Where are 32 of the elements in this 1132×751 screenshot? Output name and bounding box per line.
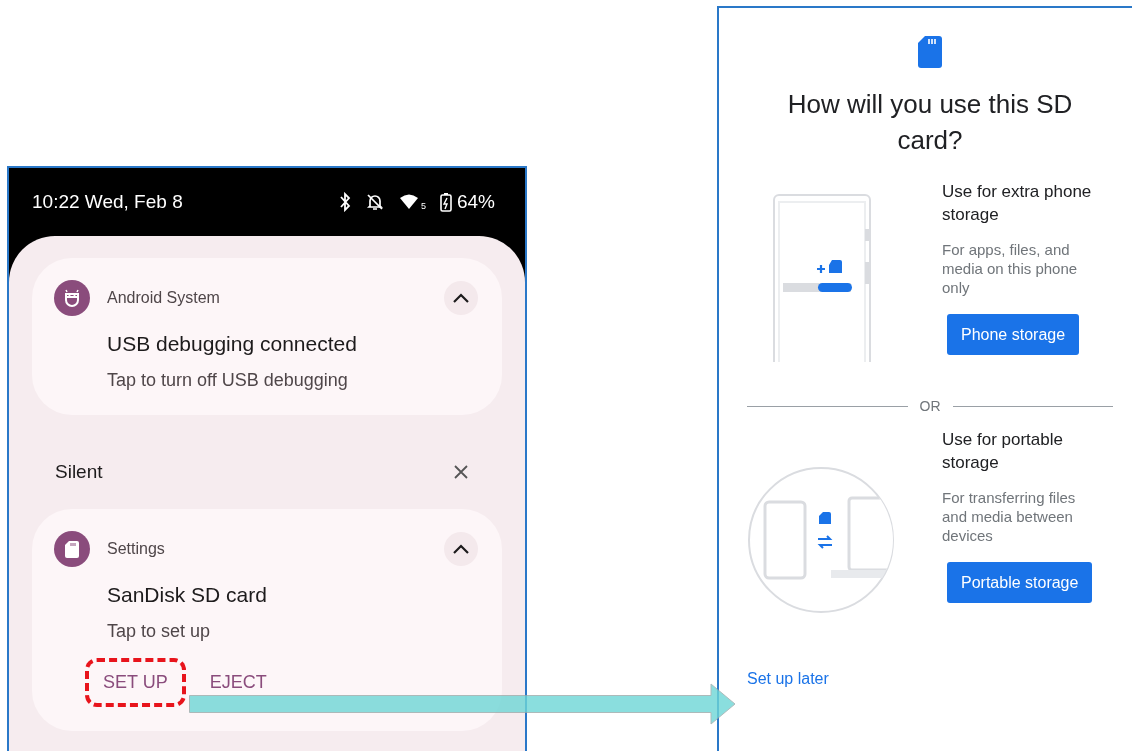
divider-label: OR (919, 398, 941, 414)
notification-text: Tap to set up (107, 621, 212, 642)
action-button[interactable]: EJECT (209, 672, 267, 693)
option-description: For transferring files and media between devices (942, 488, 1077, 545)
close-icon[interactable] (453, 464, 469, 480)
option-title: Use for extra phone storage (942, 181, 1093, 226)
collapse-button[interactable] (444, 281, 478, 315)
notification-card[interactable]: Settings SanDisk SD card Tap to set up SET UP EJECT (32, 509, 502, 731)
action-button[interactable]: SET UP (103, 672, 168, 693)
collapse-button[interactable] (444, 532, 478, 566)
app-name: Settings (107, 540, 166, 558)
notification-text: Tap to turn off USB debugging (107, 370, 349, 391)
section-heading: Silent (55, 461, 103, 483)
battery-charging-icon (439, 192, 452, 212)
status-time: 10:22 Wed, Feb 8 (32, 191, 183, 213)
notification-title: SanDisk SD card (107, 583, 268, 607)
sd-card-icon (54, 531, 90, 567)
storage-button[interactable]: Phone storage (947, 314, 1080, 355)
wifi-band-label: 5 (420, 201, 426, 211)
option-description: For apps, files, and media on this phone only (942, 240, 1079, 297)
dialog-title: How will you use this SD card? (786, 88, 1074, 157)
bell-off-icon (364, 192, 385, 212)
notification-card[interactable]: Android System USB debugging connected Tap to turn off USB debugging (32, 258, 502, 415)
notification-title: USB debugging connected (107, 332, 358, 356)
storage-button[interactable]: Portable storage (947, 562, 1093, 603)
battery-percent: 64% (456, 191, 495, 213)
app-name: Android System (107, 289, 221, 307)
option-title: Use for portable storage (942, 429, 1064, 474)
set-up-later-link[interactable]: Set up later (747, 670, 829, 688)
bluetooth-icon (338, 192, 351, 212)
android-icon (54, 280, 90, 316)
sd-card-icon (918, 36, 942, 68)
